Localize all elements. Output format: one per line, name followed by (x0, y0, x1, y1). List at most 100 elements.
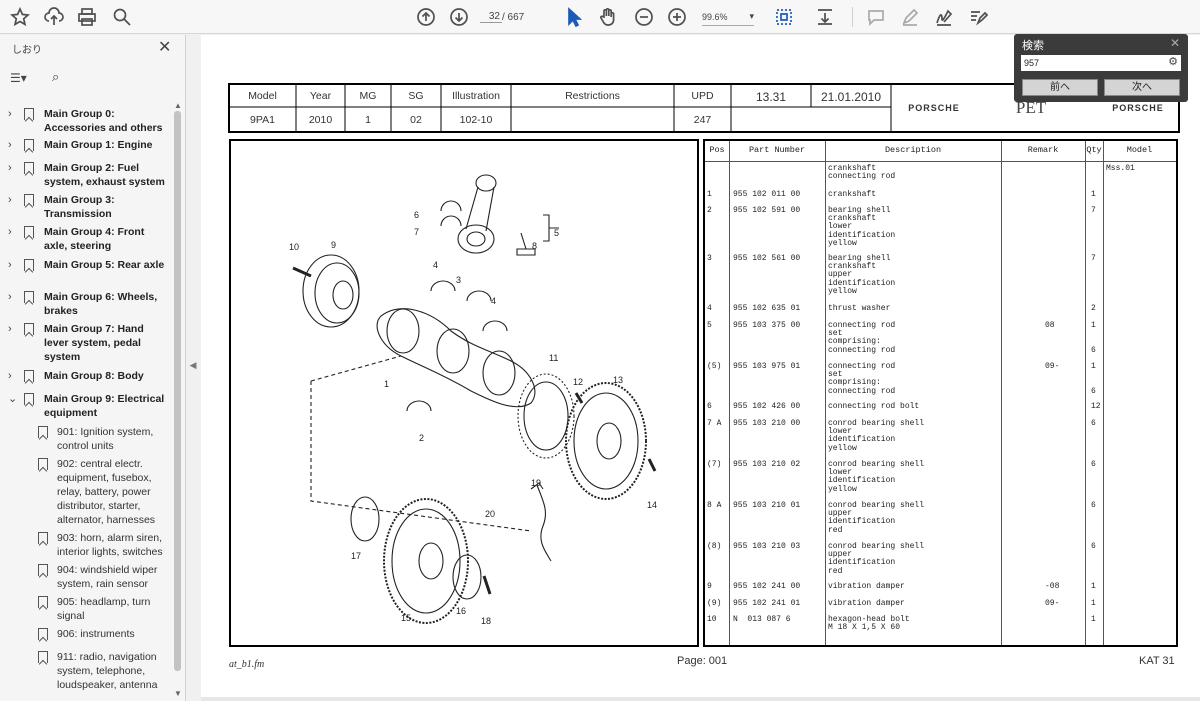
crankshaft-icon (376, 308, 536, 408)
search-icon[interactable] (110, 5, 134, 29)
bearing-shells-icon (440, 200, 462, 227)
connecting-rod-icon (457, 174, 497, 254)
callout-2: 2 (419, 433, 424, 443)
porsche-logo-right: PORSCHE (1112, 103, 1164, 113)
print-icon[interactable] (75, 5, 99, 29)
close-icon[interactable]: ✕ (1170, 36, 1180, 50)
bookmark-icon (38, 651, 48, 663)
bookmark-905[interactable]: 905: headlamp, turn signal (0, 595, 172, 623)
scroll-down-icon[interactable]: ▼ (174, 689, 182, 698)
cell-description: crankshaft (828, 190, 877, 199)
bookmark-label: Main Group 8: Body (44, 370, 144, 382)
bookmark-906[interactable]: 906: instruments (0, 627, 172, 643)
star-icon[interactable] (8, 5, 32, 29)
close-icon[interactable]: ✕ (158, 37, 171, 57)
callout-18: 18 (481, 616, 491, 626)
options-menu-icon[interactable]: ☰▾ (10, 71, 27, 85)
chevron-down-icon[interactable]: ⌄ (8, 392, 17, 406)
bookmark-main-group-1[interactable]: › Main Group 1: Engine (0, 138, 172, 154)
cell-description: hexagon-head bolt M 18 X 1,5 X 60 (828, 615, 910, 633)
find-title: 検索 (1022, 40, 1044, 52)
col-remark: Remark (1027, 145, 1059, 155)
col-part-number: Part Number (748, 145, 806, 155)
header-illustration-label: Illustration (452, 90, 500, 102)
hand-tool-icon[interactable] (596, 5, 620, 29)
bookmark-902[interactable]: 902: central electr. equipment, fusebox,… (0, 457, 172, 527)
prev-page-icon[interactable] (414, 5, 438, 29)
bookmark-main-group-4[interactable]: › Main Group 4: Front axle, steering (0, 225, 172, 253)
bookmark-911[interactable]: 911: radio, navigation system, telephone… (0, 650, 172, 694)
bookmark-main-group-3[interactable]: › Main Group 3: Transmission (0, 193, 172, 221)
upload-icon[interactable] (42, 5, 66, 29)
find-next-button[interactable]: 次へ (1104, 79, 1180, 96)
bookmark-main-group-9[interactable]: ⌄ Main Group 9: Electrical equipment (0, 392, 172, 420)
document-view[interactable]: Model 9PA1 Year 2010 MG 1 SG 02 Illustra… (201, 35, 1200, 701)
bookmarks-title: しおり (12, 45, 42, 56)
cell-remark: 09- (1045, 599, 1060, 608)
chevron-right-icon[interactable]: › (8, 258, 12, 272)
bookmark-icon (24, 139, 34, 151)
page-number-field[interactable]: 32 / 667 (480, 8, 534, 26)
find-input[interactable]: 957 (1021, 55, 1181, 71)
fill-sign-icon[interactable] (966, 5, 990, 29)
next-page-icon[interactable] (447, 5, 471, 29)
cell-pos: (5) (707, 362, 722, 371)
cell-part-number: 955 103 210 01 (733, 501, 801, 510)
header-sg-value: 02 (410, 114, 422, 126)
chevron-right-icon[interactable]: › (8, 161, 12, 175)
bookmark-label: 903: horn, alarm siren, interior lights,… (57, 532, 163, 558)
cell-model: Mss.01 (1106, 164, 1135, 173)
chevron-right-icon[interactable]: › (8, 107, 12, 121)
bookmark-903[interactable]: 903: horn, alarm siren, interior lights,… (0, 531, 172, 559)
bookmark-main-group-7[interactable]: › Main Group 7: Hand lever system, pedal… (0, 322, 172, 364)
bookmark-main-group-2[interactable]: › Main Group 2: Fuel system, exhaust sys… (0, 161, 172, 189)
bookmark-label: Main Group 6: Wheels, brakes (44, 291, 158, 317)
chevron-right-icon[interactable]: › (8, 290, 12, 304)
scrollbar-thumb[interactable] (174, 111, 181, 671)
bookmark-904[interactable]: 904: windshield wiper system, rain senso… (0, 563, 172, 591)
cell-part-number: 955 103 210 02 (733, 460, 801, 469)
bookmark-main-group-6[interactable]: › Main Group 6: Wheels, brakes (0, 290, 172, 318)
collapse-panel-icon[interactable]: ◀ (186, 360, 200, 371)
col-model: Model (1126, 145, 1153, 155)
zoom-out-icon[interactable] (632, 5, 656, 29)
bookmark-label: Main Group 1: Engine (44, 139, 153, 151)
chevron-right-icon[interactable]: › (8, 369, 12, 383)
bookmark-icon (24, 194, 34, 206)
cell-qty: 1 6 (1091, 321, 1096, 355)
page-current[interactable]: 32 (480, 11, 502, 23)
gear-icon[interactable]: ⚙ (1168, 55, 1178, 68)
zoom-dropdown[interactable]: 99.6% ▾ (702, 8, 754, 26)
bookmark-main-group-5[interactable]: › Main Group 5: Rear axle (0, 258, 172, 286)
cell-pos: (8) (707, 542, 722, 551)
footer-kat: KAT 31 (1139, 655, 1175, 667)
comment-icon[interactable] (864, 5, 888, 29)
cell-pos: 6 (707, 402, 712, 411)
find-previous-button[interactable]: 前へ (1022, 79, 1098, 96)
cell-part-number: 955 103 975 01 (733, 362, 801, 371)
scroll-up-icon[interactable]: ▲ (174, 101, 182, 110)
zoom-in-icon[interactable] (665, 5, 689, 29)
sidebar-scrollbar[interactable]: ▲ ▼ (172, 101, 182, 699)
bookmark-main-group-0[interactable]: › Main Group 0: Accessories and others (0, 107, 172, 135)
chevron-right-icon[interactable]: › (8, 193, 12, 207)
select-cursor-icon[interactable] (562, 5, 586, 29)
chevron-right-icon[interactable]: › (8, 225, 12, 239)
bookmark-901[interactable]: 901: Ignition system, control units (0, 425, 172, 453)
chevron-right-icon[interactable]: › (8, 138, 12, 152)
signature-icon[interactable] (932, 5, 956, 29)
scroll-mode-icon[interactable] (813, 5, 837, 29)
chevron-right-icon[interactable]: › (8, 322, 12, 336)
cell-description: connecting rod set comprising: connectin… (828, 321, 896, 355)
header-year-label: Year (309, 90, 332, 102)
porsche-logo-left: PORSCHE (908, 103, 960, 113)
callout-20: 20 (485, 509, 495, 519)
callout-10: 10 (289, 242, 299, 252)
pen-icon[interactable] (898, 5, 922, 29)
bookmark-label: Main Group 0: Accessories and others (44, 108, 163, 134)
find-panel: 検索 ✕ 957 ⚙ 前へ 次へ (1014, 34, 1188, 102)
find-bookmark-icon[interactable]: ⌕ (52, 69, 59, 85)
fit-page-icon[interactable] (772, 5, 796, 29)
callout-4a: 4 (433, 260, 438, 270)
bookmark-main-group-8[interactable]: › Main Group 8: Body (0, 369, 172, 385)
